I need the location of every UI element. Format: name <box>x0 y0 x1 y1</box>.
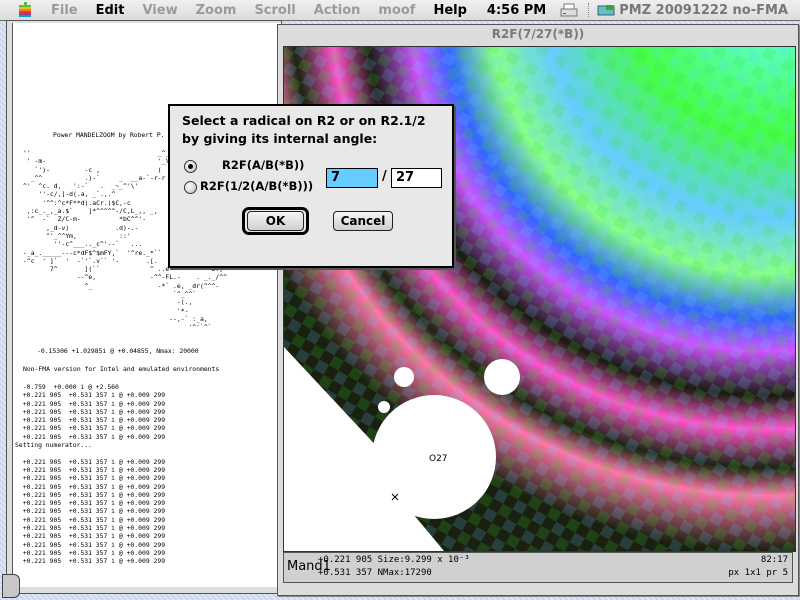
radical-select-dialog: Select a radical on R2 or on R2.1/2 by g… <box>168 104 454 268</box>
fraction-separator: / <box>382 169 387 184</box>
ok-button[interactable]: OK <box>247 211 304 231</box>
menu-help[interactable]: Help <box>424 3 475 18</box>
program-header: Power MANDELZOOM by Robert P. M <box>53 131 173 139</box>
status-real-size: +0.221 905 Size:9.299 x 10⁻³ <box>318 555 470 565</box>
cancel-button[interactable]: Cancel <box>333 211 393 231</box>
menu-moof[interactable]: moof <box>369 3 424 18</box>
coords-line: -0.15306 +1.02985i @ +0.04855, Nmax: 200… <box>37 347 199 355</box>
option-r2-label[interactable]: R2F(A/B(*B)) <box>222 158 304 172</box>
window-resize-tab[interactable] <box>2 574 20 598</box>
menu-file[interactable]: File <box>42 3 87 18</box>
menu-bar: File Edit View Zoom Scroll Action moof H… <box>0 0 800 21</box>
menu-action[interactable]: Action <box>305 3 370 18</box>
menu-edit[interactable]: Edit <box>87 3 134 18</box>
fractal-status-bar: Mand1 +0.221 905 Size:9.299 x 10⁻³ +0.53… <box>283 552 793 583</box>
printer-icon[interactable] <box>560 3 578 17</box>
option-r2-radio[interactable] <box>184 160 197 173</box>
menu-zoom[interactable]: Zoom <box>187 3 246 18</box>
option-r2-half-label[interactable]: R2F(1/2(A/B(*B))) <box>200 179 313 193</box>
status-imag-nmax: +0.531 357 NMax:17290 <box>318 568 432 578</box>
status-time: 82:17 <box>760 555 788 565</box>
computation-log: -0.759 +0.000 i @ +2.560 +0.221 905 +0.5… <box>15 383 166 566</box>
menu-view[interactable]: View <box>133 3 186 18</box>
version-line: Non-FMA version for Intel and emulated e… <box>23 365 220 373</box>
menu-clock[interactable]: 4:56 PM <box>487 3 546 18</box>
menu-scroll[interactable]: Scroll <box>245 3 304 18</box>
application-name: PMZ 20091222 no-FMA <box>619 2 788 18</box>
application-icon <box>597 5 615 16</box>
denominator-input[interactable]: 27 <box>391 168 442 188</box>
radical-marker-label: O27 <box>429 454 448 464</box>
status-pixel-precision: px 1x1 pr 5 <box>728 568 788 578</box>
dialog-prompt: Select a radical on R2 or on R2.1/2 by g… <box>182 113 426 146</box>
application-menu[interactable]: PMZ 20091222 no-FMA <box>597 3 788 18</box>
apple-menu-icon[interactable] <box>16 2 34 18</box>
fractal-window-title[interactable]: R2F(7/27(*B)) <box>278 25 798 44</box>
numerator-input[interactable]: 7 <box>326 168 378 188</box>
menu-separator <box>588 3 591 17</box>
option-r2-half-radio[interactable] <box>184 181 197 194</box>
